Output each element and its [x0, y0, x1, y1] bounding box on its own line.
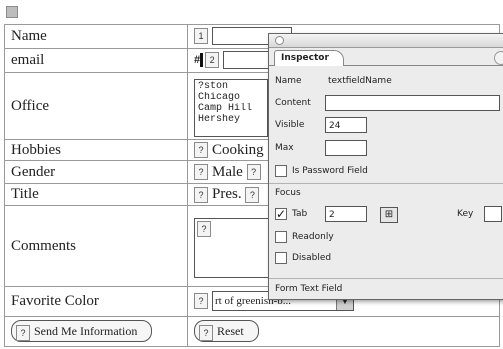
inspector-panel: Inspector Name textfieldName Content Vis… — [268, 33, 503, 300]
disabled-checkbox[interactable] — [275, 251, 287, 264]
title-radio-label[interactable]: Pres. — [212, 186, 242, 202]
visible-field[interactable]: 24 — [325, 117, 367, 133]
inspector-tabrow: Inspector — [269, 48, 503, 66]
footer-label: Form Text Field — [275, 284, 343, 294]
comments-label: Comments — [4, 205, 188, 287]
tab-row[interactable]: Tab — [275, 205, 307, 223]
key-label: Key — [457, 209, 474, 219]
office-label: Office — [4, 72, 188, 140]
readonly-checkbox[interactable] — [275, 230, 287, 243]
tab-inspector[interactable]: Inspector — [274, 50, 344, 66]
gender-field-marker: ? — [246, 164, 261, 181]
visible-prop-row: Visible — [275, 116, 325, 134]
name-prop-value[interactable]: textfieldName — [325, 73, 500, 89]
focus-section: Focus — [275, 184, 301, 202]
office-option[interactable]: Camp Hill — [198, 103, 264, 114]
email-label: email — [4, 47, 188, 74]
focus-divider — [269, 183, 503, 184]
footer-divider — [269, 278, 503, 279]
inspector-titlebar[interactable] — [269, 34, 503, 48]
color-label: Favorite Color — [4, 285, 188, 317]
readonly-row[interactable]: Readonly — [275, 228, 334, 246]
panel-options-icon[interactable] — [494, 51, 503, 65]
send-button-marker: ? — [16, 324, 30, 341]
max-field[interactable] — [325, 140, 367, 156]
reset-button-marker: ? — [199, 324, 213, 341]
password-checkbox[interactable] — [275, 164, 287, 177]
form-row-buttons: ? Send Me Information ? Reset — [4, 315, 500, 348]
hobbies-label: Hobbies — [4, 138, 188, 162]
focus-label: Focus — [275, 188, 301, 198]
cursor-icon — [200, 53, 204, 68]
send-cell: ? Send Me Information — [4, 315, 188, 348]
page-corner-icon — [6, 6, 18, 18]
password-label: Is Password Field — [292, 166, 368, 176]
inspector-footer: Form Text Field — [275, 280, 342, 298]
reset-cell: ? Reset — [187, 315, 500, 348]
office-option[interactable]: Chicago — [198, 92, 264, 103]
content-prop-label: Content — [275, 98, 311, 108]
tab-check-label: Tab — [292, 209, 308, 219]
send-button[interactable]: ? Send Me Information — [11, 320, 153, 343]
reset-button[interactable]: ? Reset — [194, 320, 259, 343]
tab-picker-icon[interactable]: ⊞ — [380, 207, 398, 223]
content-prop-row: Content — [275, 94, 325, 112]
name-prop-label: Name — [275, 76, 302, 86]
gender-label: Gender — [4, 160, 188, 184]
disabled-label: Disabled — [292, 253, 332, 263]
title-field-marker: ? — [245, 186, 260, 203]
name-field-marker: 1 — [194, 28, 208, 45]
name-prop-row: Name — [275, 72, 325, 90]
send-button-label: Send Me Information — [34, 324, 138, 339]
max-prop-row: Max — [275, 139, 325, 157]
key-field[interactable] — [484, 206, 502, 222]
password-row[interactable]: Is Password Field — [275, 162, 368, 180]
title-field-marker: ? — [194, 186, 208, 203]
email-field-marker: 2 — [205, 52, 220, 69]
visible-prop-label: Visible — [275, 120, 305, 130]
hobbies-checkbox-label[interactable]: Cooking — [212, 142, 264, 158]
tab-order-field[interactable]: 2 — [325, 206, 367, 222]
comments-field-marker: ? — [197, 221, 211, 238]
hobbies-field-marker: ? — [194, 142, 208, 159]
office-option[interactable]: Hershey — [198, 114, 264, 125]
readonly-label: Readonly — [292, 232, 334, 242]
title-label: Title — [4, 182, 188, 207]
name-label: Name — [4, 24, 188, 49]
max-prop-label: Max — [275, 143, 294, 153]
close-icon[interactable] — [275, 36, 284, 45]
gender-field-marker: ? — [194, 164, 208, 181]
reset-button-label: Reset — [217, 324, 244, 339]
color-field-marker: ? — [194, 293, 208, 310]
content-field[interactable] — [325, 95, 500, 111]
gender-radio-label[interactable]: Male — [212, 164, 243, 180]
office-list[interactable]: ?ston Chicago Camp Hill Hershey — [194, 78, 268, 137]
disabled-row[interactable]: Disabled — [275, 249, 331, 267]
office-option[interactable]: ?ston — [198, 81, 264, 92]
tab-checkbox[interactable] — [275, 205, 287, 223]
